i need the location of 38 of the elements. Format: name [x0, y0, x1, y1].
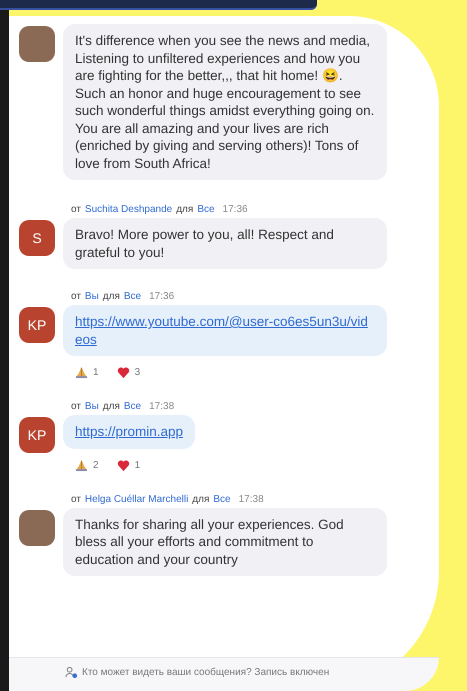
message-time: 17:36 [149, 291, 174, 302]
message-time: 17:36 [222, 204, 248, 215]
from-label: от [71, 494, 81, 504]
recipient-name[interactable]: Все [124, 291, 142, 302]
message-text: Thanks for sharing all your experiences. God bless all your efforts and commitment to education and your country [75, 516, 345, 568]
message-link[interactable]: https://promin.app [75, 423, 184, 440]
message-time: 17:38 [149, 401, 174, 412]
sender-name[interactable]: Вы [84, 401, 99, 412]
to-label: для [102, 291, 120, 302]
message-time: 17:38 [238, 494, 264, 504]
recipient-name[interactable]: Все [197, 204, 215, 215]
avatar-photo-placeholder [19, 510, 55, 546]
reaction-count: 1 [93, 367, 99, 378]
sender-name[interactable]: Вы [84, 291, 99, 302]
heart-icon [116, 366, 130, 379]
from-label: от [71, 291, 81, 302]
to-label: для [102, 401, 120, 412]
avatar-photo-placeholder [19, 26, 55, 62]
from-label: от [71, 401, 81, 412]
from-label: от [71, 204, 81, 215]
to-label: для [176, 204, 194, 215]
visibility-notice: Кто может видеть ваши сообщения? Запись включен [82, 667, 330, 678]
message-link[interactable]: https://www.youtube.com/@user-co6es5un3u/videos [75, 313, 375, 348]
reaction-count: 1 [134, 460, 140, 470]
people-icon[interactable] [65, 666, 78, 679]
to-label: для [192, 494, 210, 504]
heart-icon [116, 458, 130, 472]
recipient-name[interactable]: Все [124, 401, 142, 412]
avatar: KP [19, 307, 55, 343]
reaction-count: 3 [134, 367, 140, 378]
avatar: KP [19, 417, 55, 453]
message-text: It's difference when you see the news and media, Listening to unfiltered experiences and how you are fighting for the better,,, that hit home! 😆. Such an honor and huge encouragement to see such wonderful things amidst everything going on. You are all amazing and your lives are rich (enriched by giving and serving others)! Tons of love from South Africa! [75, 32, 375, 172]
reaction-count: 2 [93, 460, 99, 470]
recipient-name[interactable]: Все [213, 494, 231, 504]
sender-name[interactable]: Suchita Deshpande [84, 204, 172, 215]
avatar: S [19, 220, 55, 256]
sender-name[interactable]: Helga Cuéllar Marchelli [84, 494, 188, 504]
message-text: Bravo! More power to you, all! Respect and grateful to you! [75, 226, 335, 261]
